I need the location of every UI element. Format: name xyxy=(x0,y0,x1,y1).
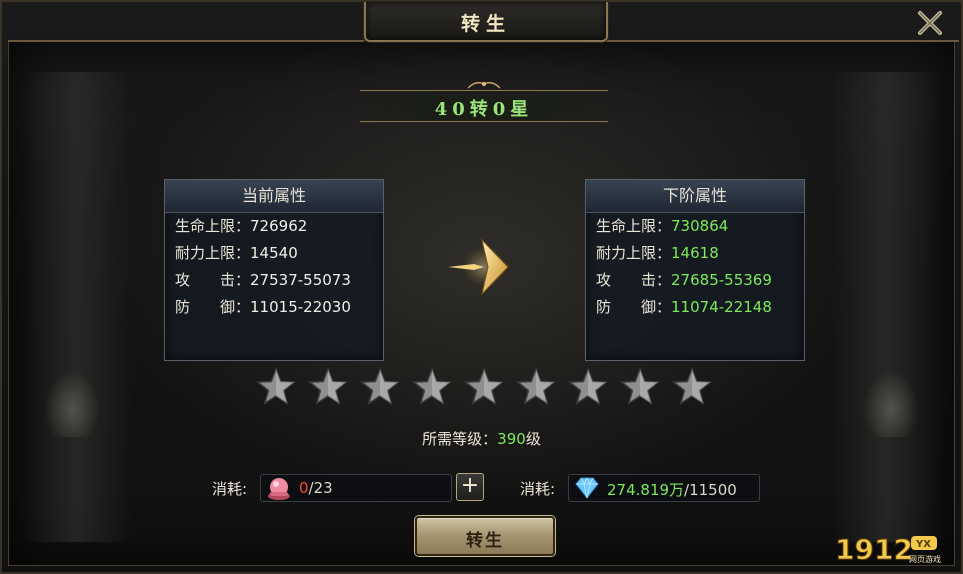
panel-header: 下阶属性 xyxy=(586,180,804,213)
close-icon xyxy=(918,11,942,35)
pink-orb-icon xyxy=(268,478,290,500)
svg-text:YX: YX xyxy=(915,539,931,550)
rebirth-button[interactable]: 转生 xyxy=(415,516,555,556)
star-icon xyxy=(619,366,661,406)
stat-row-hp: 生命上限：730864 xyxy=(596,217,729,235)
stat-row-stamina: 耐力上限：14540 xyxy=(175,244,298,262)
item-cost-box: 0/23 xyxy=(260,474,452,502)
stat-row-hp: 生命上限：726962 xyxy=(175,217,308,235)
star-icon xyxy=(307,366,349,406)
star-rating xyxy=(254,365,714,409)
header-divider-left xyxy=(8,40,364,42)
right-pillar-decoration xyxy=(831,72,941,542)
site-watermark-logo: 1912 YX 网页游戏 xyxy=(835,533,942,567)
star-icon xyxy=(463,366,505,406)
header-divider-right xyxy=(606,40,959,42)
required-level: 所需等级：390级 xyxy=(422,430,541,448)
svg-text:1912: 1912 xyxy=(835,533,913,566)
left-brazier-decoration xyxy=(42,367,102,437)
stat-row-defense: 防 御：11015-22030 xyxy=(175,298,351,316)
star-icon xyxy=(671,366,713,406)
current-attributes-panel: 当前属性 生命上限：726962 耐力上限：14540 攻 击：27537-55… xyxy=(164,179,384,361)
stat-row-stamina: 耐力上限：14618 xyxy=(596,244,719,262)
star-icon xyxy=(515,366,557,406)
star-icon xyxy=(411,366,453,406)
panel-header: 当前属性 xyxy=(165,180,383,213)
item-cost-text: 0/23 xyxy=(299,479,333,497)
left-pillar-decoration xyxy=(22,72,132,542)
window-title: 转生 xyxy=(460,13,511,35)
stat-row-defense: 防 御：11074-22148 xyxy=(596,298,772,316)
add-item-button[interactable]: + xyxy=(456,473,484,501)
rebirth-level-banner: 40转0星 xyxy=(360,81,608,124)
arrow-right-icon xyxy=(448,238,509,296)
cost-label: 消耗: xyxy=(212,480,248,498)
rebirth-button-label: 转生 xyxy=(466,531,504,551)
star-icon xyxy=(567,366,609,406)
currency-cost-box: 274.819万/11500 xyxy=(568,474,760,502)
star-icon xyxy=(255,366,297,406)
currency-cost-text: 274.819万/11500 xyxy=(607,481,737,499)
cost-label: 消耗: xyxy=(520,480,556,498)
required-level-value: 390 xyxy=(497,430,526,448)
ornament-icon xyxy=(468,81,500,89)
rebirth-level-text: 40转0星 xyxy=(434,99,534,120)
rebirth-window: 转生 40转0星 当前属性 生命上限：726962 耐力上限：14540 攻 击… xyxy=(0,0,963,574)
svg-text:网页游戏: 网页游戏 xyxy=(909,554,941,564)
stat-row-attack: 攻 击：27685-55369 xyxy=(596,271,772,289)
title-tab: 转生 xyxy=(364,2,608,42)
right-brazier-decoration xyxy=(861,367,921,437)
diamond-icon xyxy=(575,477,599,499)
close-button[interactable] xyxy=(915,8,945,38)
next-attributes-panel: 下阶属性 生命上限：730864 耐力上限：14618 攻 击：27685-55… xyxy=(585,179,805,361)
star-icon xyxy=(359,366,401,406)
stat-row-attack: 攻 击：27537-55073 xyxy=(175,271,351,289)
